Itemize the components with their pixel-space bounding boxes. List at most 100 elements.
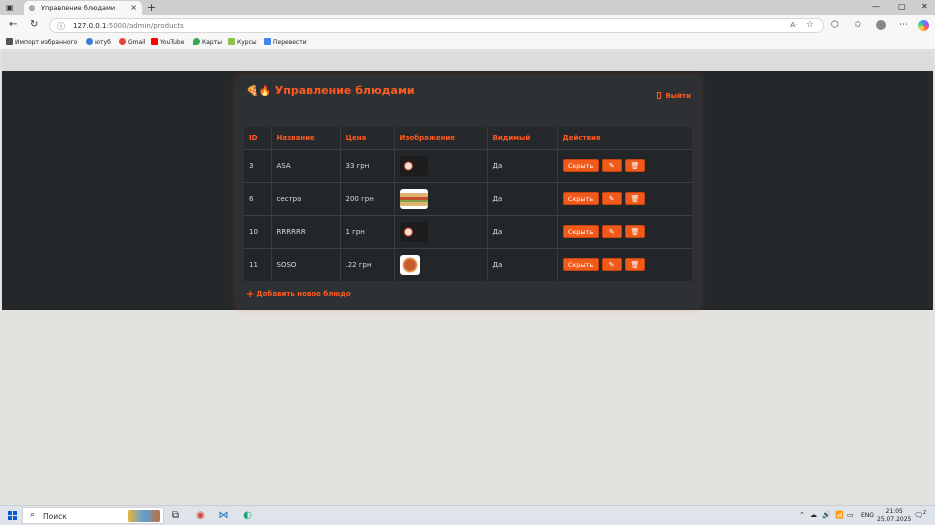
task-view-icon[interactable]: ⧉ [169, 509, 182, 522]
table-row: 6 сестра 200 грн Да Скрыть ✎ 🗑 [244, 181, 692, 215]
edit-button[interactable]: ✎ [601, 192, 622, 205]
delete-button[interactable]: 🗑 [624, 225, 645, 238]
bookmark-courses[interactable]: Курсы [228, 38, 257, 46]
pizza-fire-icon: 🍕🔥 [246, 86, 271, 97]
bookmark-maps[interactable]: Карты [193, 38, 222, 46]
page-title: 🍕🔥 Управление блюдами [246, 84, 415, 97]
search-icon: ⌕ [30, 510, 36, 520]
clock-date: 25.07.2025 [877, 515, 912, 523]
page-header-strip [2, 51, 933, 71]
cell-id: 6 [244, 181, 272, 215]
site-info-icon[interactable]: ⓘ [57, 21, 65, 32]
back-icon[interactable]: ← [9, 20, 17, 30]
pencil-icon: ✎ [608, 195, 615, 203]
favorite-star-icon[interactable]: ☆ [806, 20, 814, 30]
admin-panel: 🍕🔥 Управление блюдами Выйти ID Название … [236, 75, 701, 310]
tab-close-icon[interactable]: × [130, 3, 137, 12]
cell-visible: Да [487, 181, 558, 215]
product-image [399, 254, 420, 275]
search-highlight-image [128, 510, 160, 522]
bookmark-import[interactable]: Импорт избранного [6, 38, 77, 46]
windows-taskbar: ⌕ Поиск ⧉ ◉ ⋈ ◐ ⌃ ☁ 🔊 📶 ▭ ENG 21:05 25.0… [0, 505, 935, 525]
trash-icon: 🗑 [630, 162, 640, 170]
bookmarks-bar: Импорт избранного ютуб Gmail YouTube Кар… [0, 36, 935, 50]
battery-icon[interactable]: ▭ [847, 511, 854, 519]
translate-icon [264, 38, 271, 45]
table-row: 3 ASA 33 грн Да Скрыть ✎ 🗑 [244, 148, 692, 182]
cell-visible: Да [487, 148, 558, 182]
table-row: 11 SOSO .22 грн Да Скрыть ✎ 🗑 [244, 247, 692, 281]
vscode-icon[interactable]: ⋈ [217, 509, 230, 522]
page-light-area [2, 310, 933, 505]
new-tab-button[interactable]: + [147, 1, 156, 14]
delete-button[interactable]: 🗑 [624, 159, 645, 172]
reload-icon[interactable]: ↻ [30, 20, 38, 30]
chrome-icon[interactable]: ◉ [194, 509, 207, 522]
language-indicator[interactable]: ENG [861, 512, 874, 519]
products-table: ID Название Цена Изображение Видимый Дей… [244, 127, 692, 281]
maps-pin-icon [193, 38, 200, 45]
tab-active[interactable]: ◍ Управление блюдами × [24, 1, 142, 15]
clock-time: 21:05 [885, 508, 903, 515]
favorites-icon[interactable]: ✩ [854, 20, 862, 30]
cell-price: .22 грн [340, 247, 395, 281]
bookmark-youtub[interactable]: ютуб [86, 38, 111, 46]
more-menu-icon[interactable]: ⋯ [899, 20, 908, 30]
product-image [399, 188, 428, 209]
pencil-icon: ✎ [608, 261, 615, 270]
hide-button[interactable]: Скрыть [562, 159, 599, 172]
edit-button[interactable]: ✎ [601, 225, 622, 238]
tray-chevron-icon[interactable]: ⌃ [799, 511, 805, 519]
extensions-icon[interactable]: ⬡ [831, 20, 839, 30]
bookmark-gmail[interactable]: Gmail [119, 38, 146, 46]
taskbar-search[interactable]: ⌕ Поиск [22, 507, 164, 524]
pencil-icon: ✎ [608, 228, 615, 236]
minimize-icon[interactable]: — [872, 2, 880, 11]
add-product-link[interactable]: + Добавить новое блюдо [246, 289, 351, 300]
browser-tab-bar: ▣ ◍ Управление блюдами × + — ▢ ✕ [0, 0, 935, 15]
network-icon[interactable]: 📶 [835, 511, 844, 519]
cell-name: RRRRRR [271, 214, 341, 248]
volume-icon[interactable]: 🔊 [822, 511, 831, 519]
cell-price: 200 грн [340, 181, 395, 215]
maximize-icon[interactable]: ▢ [898, 2, 906, 11]
cell-id: 3 [244, 148, 272, 182]
hide-button[interactable]: Скрыть [562, 258, 599, 272]
notifications-icon[interactable]: 🗨2 [914, 510, 926, 519]
edit-button[interactable]: ✎ [601, 159, 622, 172]
column-header: Изображение [394, 127, 488, 149]
edit-button[interactable]: ✎ [601, 258, 622, 272]
window-menu-icon[interactable]: ▣ [6, 3, 16, 12]
taskbar-clock[interactable]: 21:05 25.07.2025 [877, 508, 911, 523]
cell-visible: Да [487, 214, 558, 248]
bookmark-youtube[interactable]: YouTube [151, 38, 184, 46]
import-icon [6, 38, 13, 45]
url-text[interactable]: 127.0.0.1:5000/admin/products [73, 22, 184, 30]
read-aloud-icon[interactable]: Aᐧ [790, 21, 797, 29]
cell-name: сестра [271, 181, 341, 215]
address-toolbar: ← ↻ ⓘ 127.0.0.1:5000/admin/products Aᐧ ☆… [0, 15, 935, 36]
table-header-row: ID Название Цена Изображение Видимый Дей… [244, 127, 692, 149]
edge-icon[interactable]: ◐ [241, 509, 254, 522]
trash-icon: 🗑 [630, 261, 640, 270]
profile-avatar[interactable] [876, 20, 886, 30]
logout-link[interactable]: Выйти [657, 92, 691, 100]
globe-icon [86, 38, 93, 45]
trash-icon: 🗑 [630, 228, 640, 236]
delete-button[interactable]: 🗑 [624, 258, 645, 272]
windows-start-icon[interactable] [8, 511, 17, 520]
delete-button[interactable]: 🗑 [624, 192, 645, 205]
plus-icon: + [246, 289, 255, 300]
cell-id: 10 [244, 214, 272, 248]
hide-button[interactable]: Скрыть [562, 225, 599, 238]
bookmark-translate[interactable]: Перевести [264, 38, 307, 46]
hide-button[interactable]: Скрыть [562, 192, 599, 205]
close-window-icon[interactable]: ✕ [921, 2, 928, 11]
column-header: Цена [340, 127, 395, 149]
column-header: Действия [557, 127, 692, 149]
weather-icon[interactable]: ☁ [810, 511, 817, 519]
address-bar[interactable]: ⓘ 127.0.0.1:5000/admin/products Aᐧ ☆ [49, 18, 824, 33]
cell-price: 33 грн [340, 148, 395, 182]
copilot-icon[interactable] [918, 20, 929, 31]
cell-name: SOSO [271, 247, 341, 281]
